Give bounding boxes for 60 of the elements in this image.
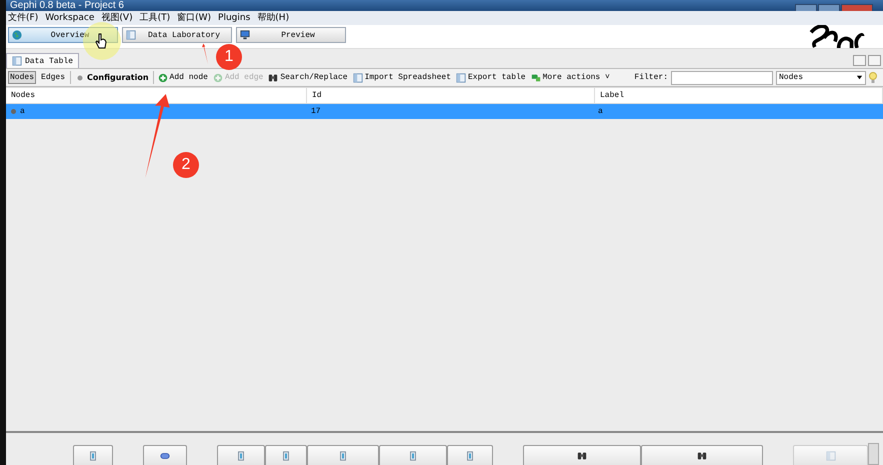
panel-button[interactable]: [307, 445, 379, 465]
panel-button[interactable]: [143, 445, 187, 465]
capsule-icon: [160, 450, 170, 460]
workspace-button[interactable]: Overview: [8, 27, 118, 43]
globe-icon: [12, 30, 22, 40]
panel-button[interactable]: [73, 445, 113, 465]
caret-icon: [856, 74, 863, 81]
lightbulb-icon[interactable]: [869, 72, 877, 84]
scroll-tabs-button[interactable]: [853, 54, 866, 66]
panel-button[interactable]: [641, 445, 763, 465]
menu-item[interactable]: Plugins: [218, 12, 250, 24]
plus-icon: [212, 72, 223, 82]
table-cell: 17: [311, 107, 321, 116]
monitor-icon: [240, 30, 250, 40]
panel-button[interactable]: [523, 445, 641, 465]
windows-icon: [826, 450, 836, 460]
toolbar-button[interactable]: Configuration: [74, 72, 150, 82]
spreadsheet-icon: [456, 72, 466, 82]
plus-icon: [158, 72, 168, 82]
workspace-button[interactable]: Preview: [236, 27, 346, 43]
spreadsheet-icon: [352, 72, 363, 82]
column-dropdown[interactable]: Nodes: [776, 70, 866, 84]
menu-item[interactable]: 窗口(W): [177, 12, 212, 24]
menu-item[interactable]: 视图(V): [101, 12, 133, 24]
column-header[interactable]: Label: [595, 88, 883, 103]
menu-item[interactable]: 帮助(H): [257, 12, 290, 24]
toolbar-button[interactable]: Export table: [455, 72, 527, 82]
filter-field[interactable]: [671, 70, 773, 84]
binoculars-icon: [577, 450, 587, 460]
column-header[interactable]: Id: [307, 88, 595, 103]
binoculars-icon: [268, 72, 278, 82]
table-icon: [12, 56, 22, 66]
panel-button[interactable]: [379, 445, 447, 465]
panel-button[interactable]: [265, 445, 307, 465]
tab[interactable]: Data Table: [6, 53, 80, 68]
filter-label: Filter:: [634, 73, 668, 82]
puzzle-icon: [530, 72, 541, 82]
workspace-button[interactable]: Data Laboratory: [122, 27, 232, 43]
scrollbar[interactable]: [868, 443, 879, 465]
toolbar-button[interactable]: Search/Replace: [267, 72, 349, 82]
table-cell: a: [598, 107, 603, 116]
view-toggle[interactable]: Nodes: [8, 71, 36, 84]
toolbar-button[interactable]: Add node: [156, 72, 209, 82]
node-dot-icon: [11, 109, 16, 114]
view-toggle[interactable]: Edges: [39, 71, 68, 84]
toolbar-button[interactable]: More actions ˅: [530, 72, 611, 82]
menu-item[interactable]: 工具(T): [140, 12, 170, 24]
toolbar-button[interactable]: Import Spreadsheet: [352, 72, 452, 82]
table-cell: a: [20, 107, 25, 116]
toolbar-button: Add edge: [212, 72, 264, 82]
menu-item[interactable]: 文件(F): [8, 12, 38, 24]
table-row[interactable]: a 17 a: [6, 104, 883, 119]
menu-item[interactable]: Workspace: [45, 12, 94, 24]
panel-button[interactable]: [447, 445, 493, 465]
panel-button[interactable]: [217, 445, 265, 465]
window-icon: [126, 30, 136, 40]
binoculars-icon: [697, 450, 707, 460]
dot-icon: [75, 72, 86, 82]
window-title: Gephi 0.8 beta - Project 6: [9, 0, 124, 11]
tab-list-button[interactable]: [868, 54, 881, 66]
